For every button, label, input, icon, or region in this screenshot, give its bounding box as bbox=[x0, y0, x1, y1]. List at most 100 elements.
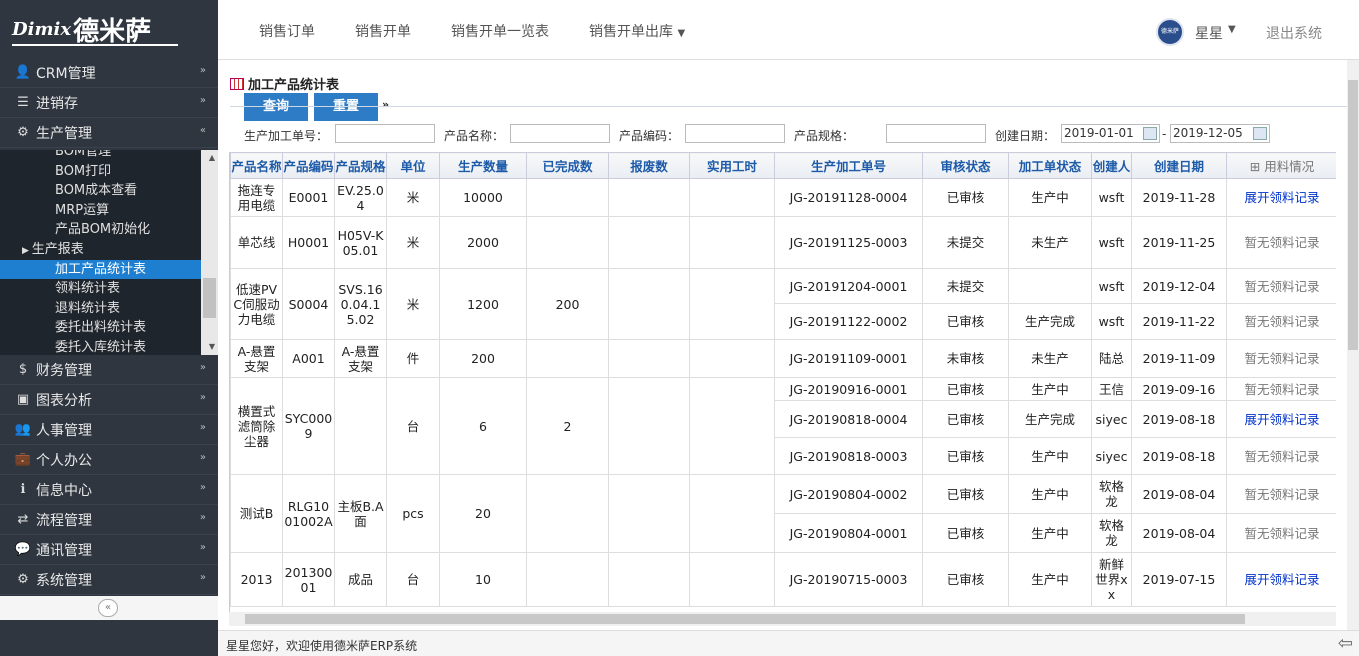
sidebar-item-user[interactable]: 👤 CRM管理 » bbox=[0, 58, 218, 88]
expand-usage-link[interactable]: 展开领料记录 bbox=[1226, 400, 1336, 438]
submenu-scrollbar[interactable] bbox=[201, 150, 218, 355]
cell-audit-status: 已审核 bbox=[922, 377, 1009, 401]
product-code-input[interactable] bbox=[685, 124, 785, 143]
cell-unit: 台 bbox=[386, 552, 440, 607]
sidebar-item-chat[interactable]: 💬 通讯管理 » bbox=[0, 535, 218, 565]
sidebar-item-label: 图表分析 bbox=[36, 392, 92, 409]
cell-order-status: 生产中 bbox=[1008, 377, 1092, 401]
product-spec-input[interactable] bbox=[886, 124, 986, 143]
cell-usage: 暂无领料记录 bbox=[1226, 474, 1336, 514]
submenu-item[interactable]: 加工产品统计表 bbox=[0, 259, 218, 280]
sidebar-item-settings[interactable]: ⚙ 系统管理 » bbox=[0, 565, 218, 595]
sidebar-item-flow[interactable]: ⇄ 流程管理 » bbox=[0, 505, 218, 535]
nav-sales-invoice[interactable]: 销售开单 bbox=[355, 21, 411, 41]
column-header: 产品规格 bbox=[334, 152, 387, 179]
expand-plus-icon[interactable]: ⊞ bbox=[1250, 159, 1264, 174]
cell-usage: 暂无领料记录 bbox=[1226, 268, 1336, 304]
sidebar-item-label: 财务管理 bbox=[36, 362, 92, 379]
cell-audit-status: 已审核 bbox=[922, 513, 1009, 553]
submenu-item[interactable]: ▶ 生产报表 bbox=[0, 240, 218, 260]
avatar[interactable]: 德米萨 bbox=[1156, 18, 1184, 46]
expand-usage-link[interactable]: 展开领料记录 bbox=[1226, 552, 1336, 607]
sidebar-item-image[interactable]: ▣ 图表分析 » bbox=[0, 385, 218, 415]
expand-toolbar-icon[interactable]: » bbox=[382, 98, 389, 111]
page-title-text: 加工产品统计表 bbox=[248, 78, 340, 93]
scroll-down-icon[interactable]: ▼ bbox=[209, 342, 215, 351]
cell-spec: H05V-K 05.01 bbox=[334, 216, 387, 269]
caret-down-icon[interactable]: ▼ bbox=[1228, 24, 1236, 35]
chevron-icon: » bbox=[199, 422, 206, 433]
reset-button[interactable]: 重置 bbox=[314, 93, 378, 121]
sidebar-item-people[interactable]: 👥 人事管理 » bbox=[0, 415, 218, 445]
cell-qty: 6 bbox=[439, 377, 527, 475]
submenu-item[interactable]: 委托出料统计表 bbox=[0, 318, 218, 338]
column-header: 生产数量 bbox=[439, 152, 527, 179]
horizontal-scroll-thumb[interactable] bbox=[245, 614, 1245, 624]
cell-create-date: 2019-07-15 bbox=[1131, 552, 1227, 607]
gears-icon: ⚙ bbox=[17, 125, 29, 140]
submenu-item[interactable]: BOM打印 bbox=[0, 162, 218, 182]
sidebar-item-briefcase[interactable]: 💼 个人办公 » bbox=[0, 445, 218, 475]
sidebar-item-dollar[interactable]: $ 财务管理 » bbox=[0, 355, 218, 385]
column-header: 加工单状态 bbox=[1008, 152, 1092, 179]
logout-link[interactable]: 退出系统 bbox=[1266, 23, 1322, 43]
sidebar-item-info[interactable]: ℹ 信息中心 » bbox=[0, 475, 218, 505]
submenu-item-label: 加工产品统计表 bbox=[55, 261, 147, 277]
date-to-input[interactable]: 2019-12-05 bbox=[1170, 124, 1270, 143]
cell-name: 横置式滤筒除尘器 bbox=[230, 377, 283, 475]
query-button[interactable]: 查询 bbox=[244, 93, 308, 121]
column-header[interactable]: ⊞ 用料情况 bbox=[1226, 152, 1336, 179]
nav-sales-outbound-label: 销售开单出库 bbox=[589, 24, 673, 40]
order-no-input[interactable] bbox=[335, 124, 435, 143]
cell-usage: 暂无领料记录 bbox=[1226, 437, 1336, 475]
sidebar-item-label: 人事管理 bbox=[36, 422, 92, 439]
submenu-item[interactable]: 产品BOM初始化 bbox=[0, 220, 218, 240]
calendar-icon[interactable] bbox=[1143, 127, 1157, 140]
sidebar-item-gears[interactable]: ⚙ 生产管理 « bbox=[0, 118, 218, 148]
submenu-item[interactable]: MRP运算 bbox=[0, 201, 218, 221]
horizontal-scrollbar[interactable] bbox=[229, 612, 1336, 626]
product-name-input[interactable] bbox=[510, 124, 610, 143]
cell-scrap bbox=[608, 377, 690, 475]
nav-sales-invoice-list[interactable]: 销售开单一览表 bbox=[451, 21, 549, 41]
submenu-scroll-thumb[interactable] bbox=[203, 278, 216, 318]
caret-right-icon: ▶ bbox=[22, 245, 32, 256]
cell-order-no: JG-20190916-0001 bbox=[774, 377, 923, 401]
submenu-item[interactable]: 委托入库统计表 bbox=[0, 338, 218, 355]
submenu-list: BOM管理 BOM打印 BOM成本查看 MRP运算 产品BOM初始化 ▶ 生产报表 加工产品… bbox=[0, 150, 218, 355]
vertical-scrollbar[interactable] bbox=[1347, 60, 1359, 630]
product-name-label: 产品名称： bbox=[444, 129, 505, 143]
back-arrow-icon[interactable]: ⇦ bbox=[1338, 633, 1353, 654]
cell-create-date: 2019-12-04 bbox=[1131, 268, 1227, 304]
people-icon: 👥 bbox=[14, 422, 32, 437]
sidebar-item-label: 系统管理 bbox=[36, 572, 92, 589]
cell-unit: 件 bbox=[386, 339, 440, 378]
cell-order-no: JG-20190715-0003 bbox=[774, 552, 923, 607]
collapse-sidebar-button[interactable]: « bbox=[98, 599, 118, 617]
cell-order-no: JG-20191125-0003 bbox=[774, 216, 923, 269]
chevron-icon: » bbox=[199, 452, 206, 463]
calendar-icon[interactable] bbox=[1253, 127, 1267, 140]
submenu-item[interactable]: 退料统计表 bbox=[0, 299, 218, 319]
submenu-item-label: 委托入库统计表 bbox=[55, 339, 147, 355]
submenu-item[interactable]: 领料统计表 bbox=[0, 279, 218, 299]
submenu-item[interactable]: BOM成本查看 bbox=[0, 181, 218, 201]
date-from-input[interactable]: 2019-01-01 bbox=[1061, 124, 1160, 143]
cell-order-no: JG-20191109-0001 bbox=[774, 339, 923, 378]
nav-sales-order[interactable]: 销售订单 bbox=[259, 21, 315, 41]
cell-hours bbox=[689, 377, 775, 475]
date-to-value: 2019-12-05 bbox=[1173, 126, 1243, 140]
sidebar-item-list[interactable]: ☰ 进销存 » bbox=[0, 88, 218, 118]
expand-usage-link[interactable]: 展开领料记录 bbox=[1226, 178, 1336, 217]
nav-sales-outbound[interactable]: 销售开单出库 ▼ bbox=[589, 21, 685, 41]
topbar: 销售订单 销售开单 销售开单一览表 销售开单出库 ▼ 德米萨 星星 ▼ 退出系统 bbox=[218, 0, 1359, 60]
user-name[interactable]: 星星 bbox=[1195, 23, 1223, 43]
table-row: 测试B RLG1001002A 主板B.A面 pcs 20 JG-20190804-000… bbox=[230, 474, 1336, 553]
column-header: 实用工时 bbox=[689, 152, 775, 179]
sidebar-item-label: 流程管理 bbox=[36, 512, 92, 529]
vertical-scroll-thumb[interactable] bbox=[1348, 80, 1358, 350]
submenu-item[interactable]: BOM管理 bbox=[0, 150, 218, 162]
scroll-up-icon[interactable]: ▲ bbox=[209, 153, 215, 162]
cell-done bbox=[526, 216, 609, 269]
status-bar: 星星您好，欢迎使用德米萨ERP系统 ⇦ bbox=[218, 630, 1359, 656]
